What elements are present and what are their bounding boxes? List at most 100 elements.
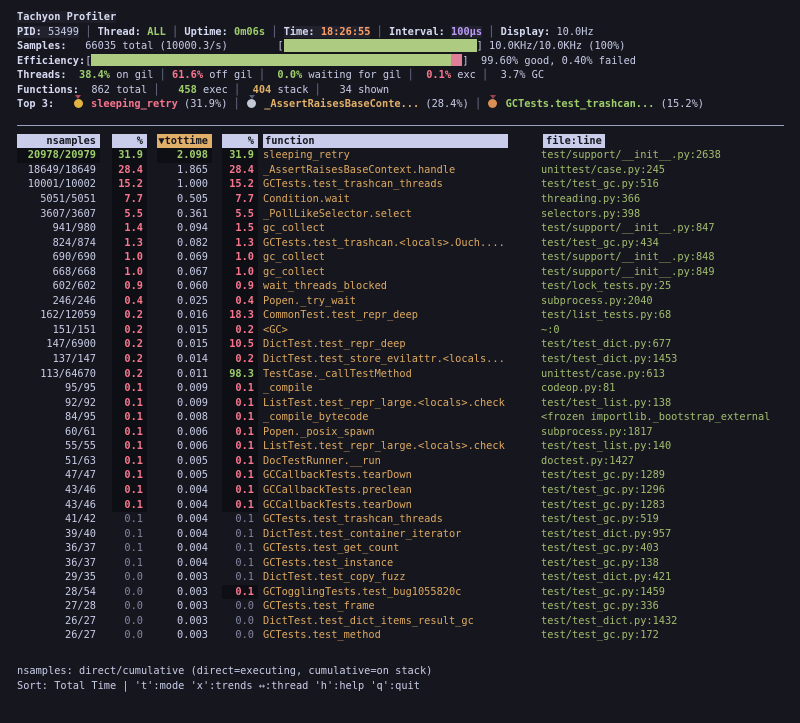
table-row[interactable]: 10001/1000215.21.00015.2GCTests.test_tra… — [17, 177, 785, 192]
direct-pct-cell: 0.9 — [112, 279, 147, 294]
table-row[interactable]: 47/470.10.0050.1GCCallbackTests.tearDown… — [17, 468, 785, 483]
table-row[interactable]: 26/270.00.0030.0GCTests.test_methodtest/… — [17, 628, 785, 643]
table-row[interactable]: 602/6020.90.0600.9wait_threads_blockedte… — [17, 279, 785, 294]
table-row[interactable]: 147/69000.20.01510.5DictTest.test_repr_d… — [17, 337, 785, 352]
nsamples-cell: 147/6900 — [17, 337, 100, 352]
nsamples-cell: 113/64670 — [17, 367, 100, 382]
table-row[interactable]: 36/370.10.0040.1GCTests.test_instancetes… — [17, 556, 785, 571]
fileline-cell: test/test_dict.py:957 — [541, 527, 785, 542]
table-row[interactable]: 95/950.10.0090.1_compilecodeop.py:81 — [17, 381, 785, 396]
tottime-cell: 0.361 — [157, 207, 212, 222]
tottime-cell: 0.003 — [157, 628, 212, 643]
function-cell: gc_collect — [263, 265, 506, 280]
app-title-line: Tachyon Profiler — [17, 10, 785, 25]
table-row[interactable]: 690/6901.00.0691.0gc_collecttest/support… — [17, 250, 785, 265]
table-row[interactable]: 137/1470.20.0140.2DictTest.test_store_ev… — [17, 352, 785, 367]
efficiency-line: Efficiency:[] 99.60% good, 0.40% failed — [17, 54, 785, 69]
nsamples-cell: 26/27 — [17, 614, 100, 629]
table-row[interactable]: 246/2460.40.0250.4Popen._try_waitsubproc… — [17, 294, 785, 309]
nsamples-cell: 28/54 — [17, 585, 100, 600]
column-header-fileline[interactable]: file:line — [543, 134, 605, 149]
direct-pct-cell: 0.1 — [112, 410, 147, 425]
text-segment — [265, 69, 277, 81]
table-row[interactable]: 41/420.10.0040.1GCTests.test_trashcan_th… — [17, 512, 785, 527]
table-row[interactable]: 162/120590.20.01618.3CommonTest.test_rep… — [17, 308, 785, 323]
direct-pct-cell: 0.0 — [112, 570, 147, 585]
text-segment: 10.0KHz/10.0KHz (100%) — [489, 40, 625, 52]
function-cell: ListTest.test_repr_large.<locals>.check — [263, 396, 506, 411]
direct-pct-cell: 7.7 — [112, 192, 147, 207]
table-row[interactable]: 668/6681.00.0671.0gc_collecttest/support… — [17, 265, 785, 280]
keybinding-line: Sort: Total Time | 't':mode 'x':trends ↔… — [17, 679, 785, 694]
fileline-cell: test/lock_tests.py:25 — [541, 279, 785, 294]
nsamples-cell: 39/40 — [17, 527, 100, 542]
tottime-cell: 0.016 — [157, 308, 212, 323]
column-header-cumulative-pct[interactable]: % — [222, 134, 258, 149]
table-row[interactable]: 824/8741.30.0821.3GCTests.test_trashcan.… — [17, 236, 785, 251]
table-row[interactable]: 84/950.10.0080.1_compile_bytecode<frozen… — [17, 410, 785, 425]
text-segment: Uptime: — [178, 26, 234, 38]
table-row[interactable]: 113/646700.20.01198.3TestCase._callTestM… — [17, 367, 785, 382]
table-row[interactable]: 51/630.10.0050.1DocTestRunner.__rundocte… — [17, 454, 785, 469]
cumulative-pct-cell: 0.0 — [222, 599, 258, 614]
tottime-cell: 0.094 — [157, 221, 212, 236]
text-segment: 38.4% — [79, 69, 110, 81]
nsamples-cell: 20978/20979 — [17, 148, 100, 163]
nsamples-cell: 43/46 — [17, 483, 100, 498]
fileline-cell: test/test_dict.py:1432 — [541, 614, 785, 629]
function-cell: DictTest.test_repr_deep — [263, 337, 506, 352]
table-row[interactable]: 92/920.10.0090.1ListTest.test_repr_large… — [17, 396, 785, 411]
table-row[interactable]: 26/270.00.0030.0DictTest.test_dict_items… — [17, 614, 785, 629]
table-row[interactable]: 43/460.10.0040.1GCCallbackTests.tearDown… — [17, 498, 785, 513]
table-row[interactable]: 151/1510.20.0150.2<GC>~:0 — [17, 323, 785, 338]
table-row[interactable]: 18649/1864928.41.86528.4_AssertRaisesBas… — [17, 163, 785, 178]
function-cell: GCCallbackTests.tearDown — [263, 498, 506, 513]
table-row[interactable]: 29/350.00.0030.1DictTest.test_copy_fuzzt… — [17, 570, 785, 585]
column-header-tottime-sorted[interactable]: ▼tottime — [157, 134, 212, 149]
nsamples-cell: 55/55 — [17, 439, 100, 454]
cumulative-pct-cell: 0.0 — [222, 628, 258, 643]
text-segment — [240, 84, 252, 96]
table-row[interactable]: 60/610.10.0060.1Popen._posix_spawnsubpro… — [17, 425, 785, 440]
functions-line: Functions: 862 total │ 458 exec │ 404 st… — [17, 83, 785, 98]
table-row[interactable]: 28/540.00.0030.1GCTogglingTests.test_bug… — [17, 585, 785, 600]
fileline-cell: test/list_tests.py:68 — [541, 308, 785, 323]
table-row[interactable]: 941/9801.40.0941.5gc_collecttest/support… — [17, 221, 785, 236]
text-segment: 3.7% GC — [501, 69, 544, 81]
column-header-direct-pct[interactable]: % — [112, 134, 147, 149]
direct-pct-cell: 0.1 — [112, 498, 147, 513]
efficiency-bad-fill — [451, 54, 463, 67]
nsamples-cell: 690/690 — [17, 250, 100, 265]
direct-pct-cell: 0.2 — [112, 323, 147, 338]
nsamples-cell: 151/151 — [17, 323, 100, 338]
fileline-cell: test/test_gc.py:336 — [541, 599, 785, 614]
nsamples-cell: 137/147 — [17, 352, 100, 367]
table-row[interactable]: 39/400.10.0040.1DictTest.test_container_… — [17, 527, 785, 542]
fileline-cell: codeop.py:81 — [541, 381, 785, 396]
function-cell: _AssertRaisesBaseContext.handle — [263, 163, 506, 178]
function-cell: DocTestRunner.__run — [263, 454, 506, 469]
table-row[interactable]: 3607/36075.50.3615.5_PollLikeSelector.se… — [17, 207, 785, 222]
fileline-cell: test/test_list.py:140 — [541, 439, 785, 454]
separator-rule — [17, 125, 784, 126]
tottime-cell: 1.000 — [157, 177, 212, 192]
fileline-cell: test/test_gc.py:519 — [541, 512, 785, 527]
text-segment: 34 shown — [339, 84, 389, 96]
cumulative-pct-cell: 0.4 — [222, 294, 258, 309]
table-row[interactable]: 43/460.10.0040.1GCCallbackTests.preclean… — [17, 483, 785, 498]
direct-pct-cell: 15.2 — [112, 177, 147, 192]
legend-line: nsamples: direct/cumulative (direct=exec… — [17, 664, 785, 679]
table-row[interactable]: 27/280.00.0030.0GCTests.test_frametest/t… — [17, 599, 785, 614]
table-row[interactable]: 20978/2097931.92.09831.9sleeping_retryte… — [17, 148, 785, 163]
column-header-function[interactable]: function — [263, 134, 508, 149]
tottime-cell: 0.005 — [157, 468, 212, 483]
table-row[interactable]: 55/550.10.0060.1ListTest.test_repr_large… — [17, 439, 785, 454]
cumulative-pct-cell: 15.2 — [222, 177, 258, 192]
table-row[interactable]: 5051/50517.70.5057.7Condition.waitthread… — [17, 192, 785, 207]
fileline-cell: ~:0 — [541, 323, 785, 338]
nsamples-cell: 3607/3607 — [17, 207, 100, 222]
column-header-nsamples[interactable]: nsamples — [17, 134, 100, 149]
text-segment — [160, 84, 179, 96]
table-row[interactable]: 36/370.10.0040.1GCTests.test_get_countte… — [17, 541, 785, 556]
fileline-cell: threading.py:366 — [541, 192, 785, 207]
